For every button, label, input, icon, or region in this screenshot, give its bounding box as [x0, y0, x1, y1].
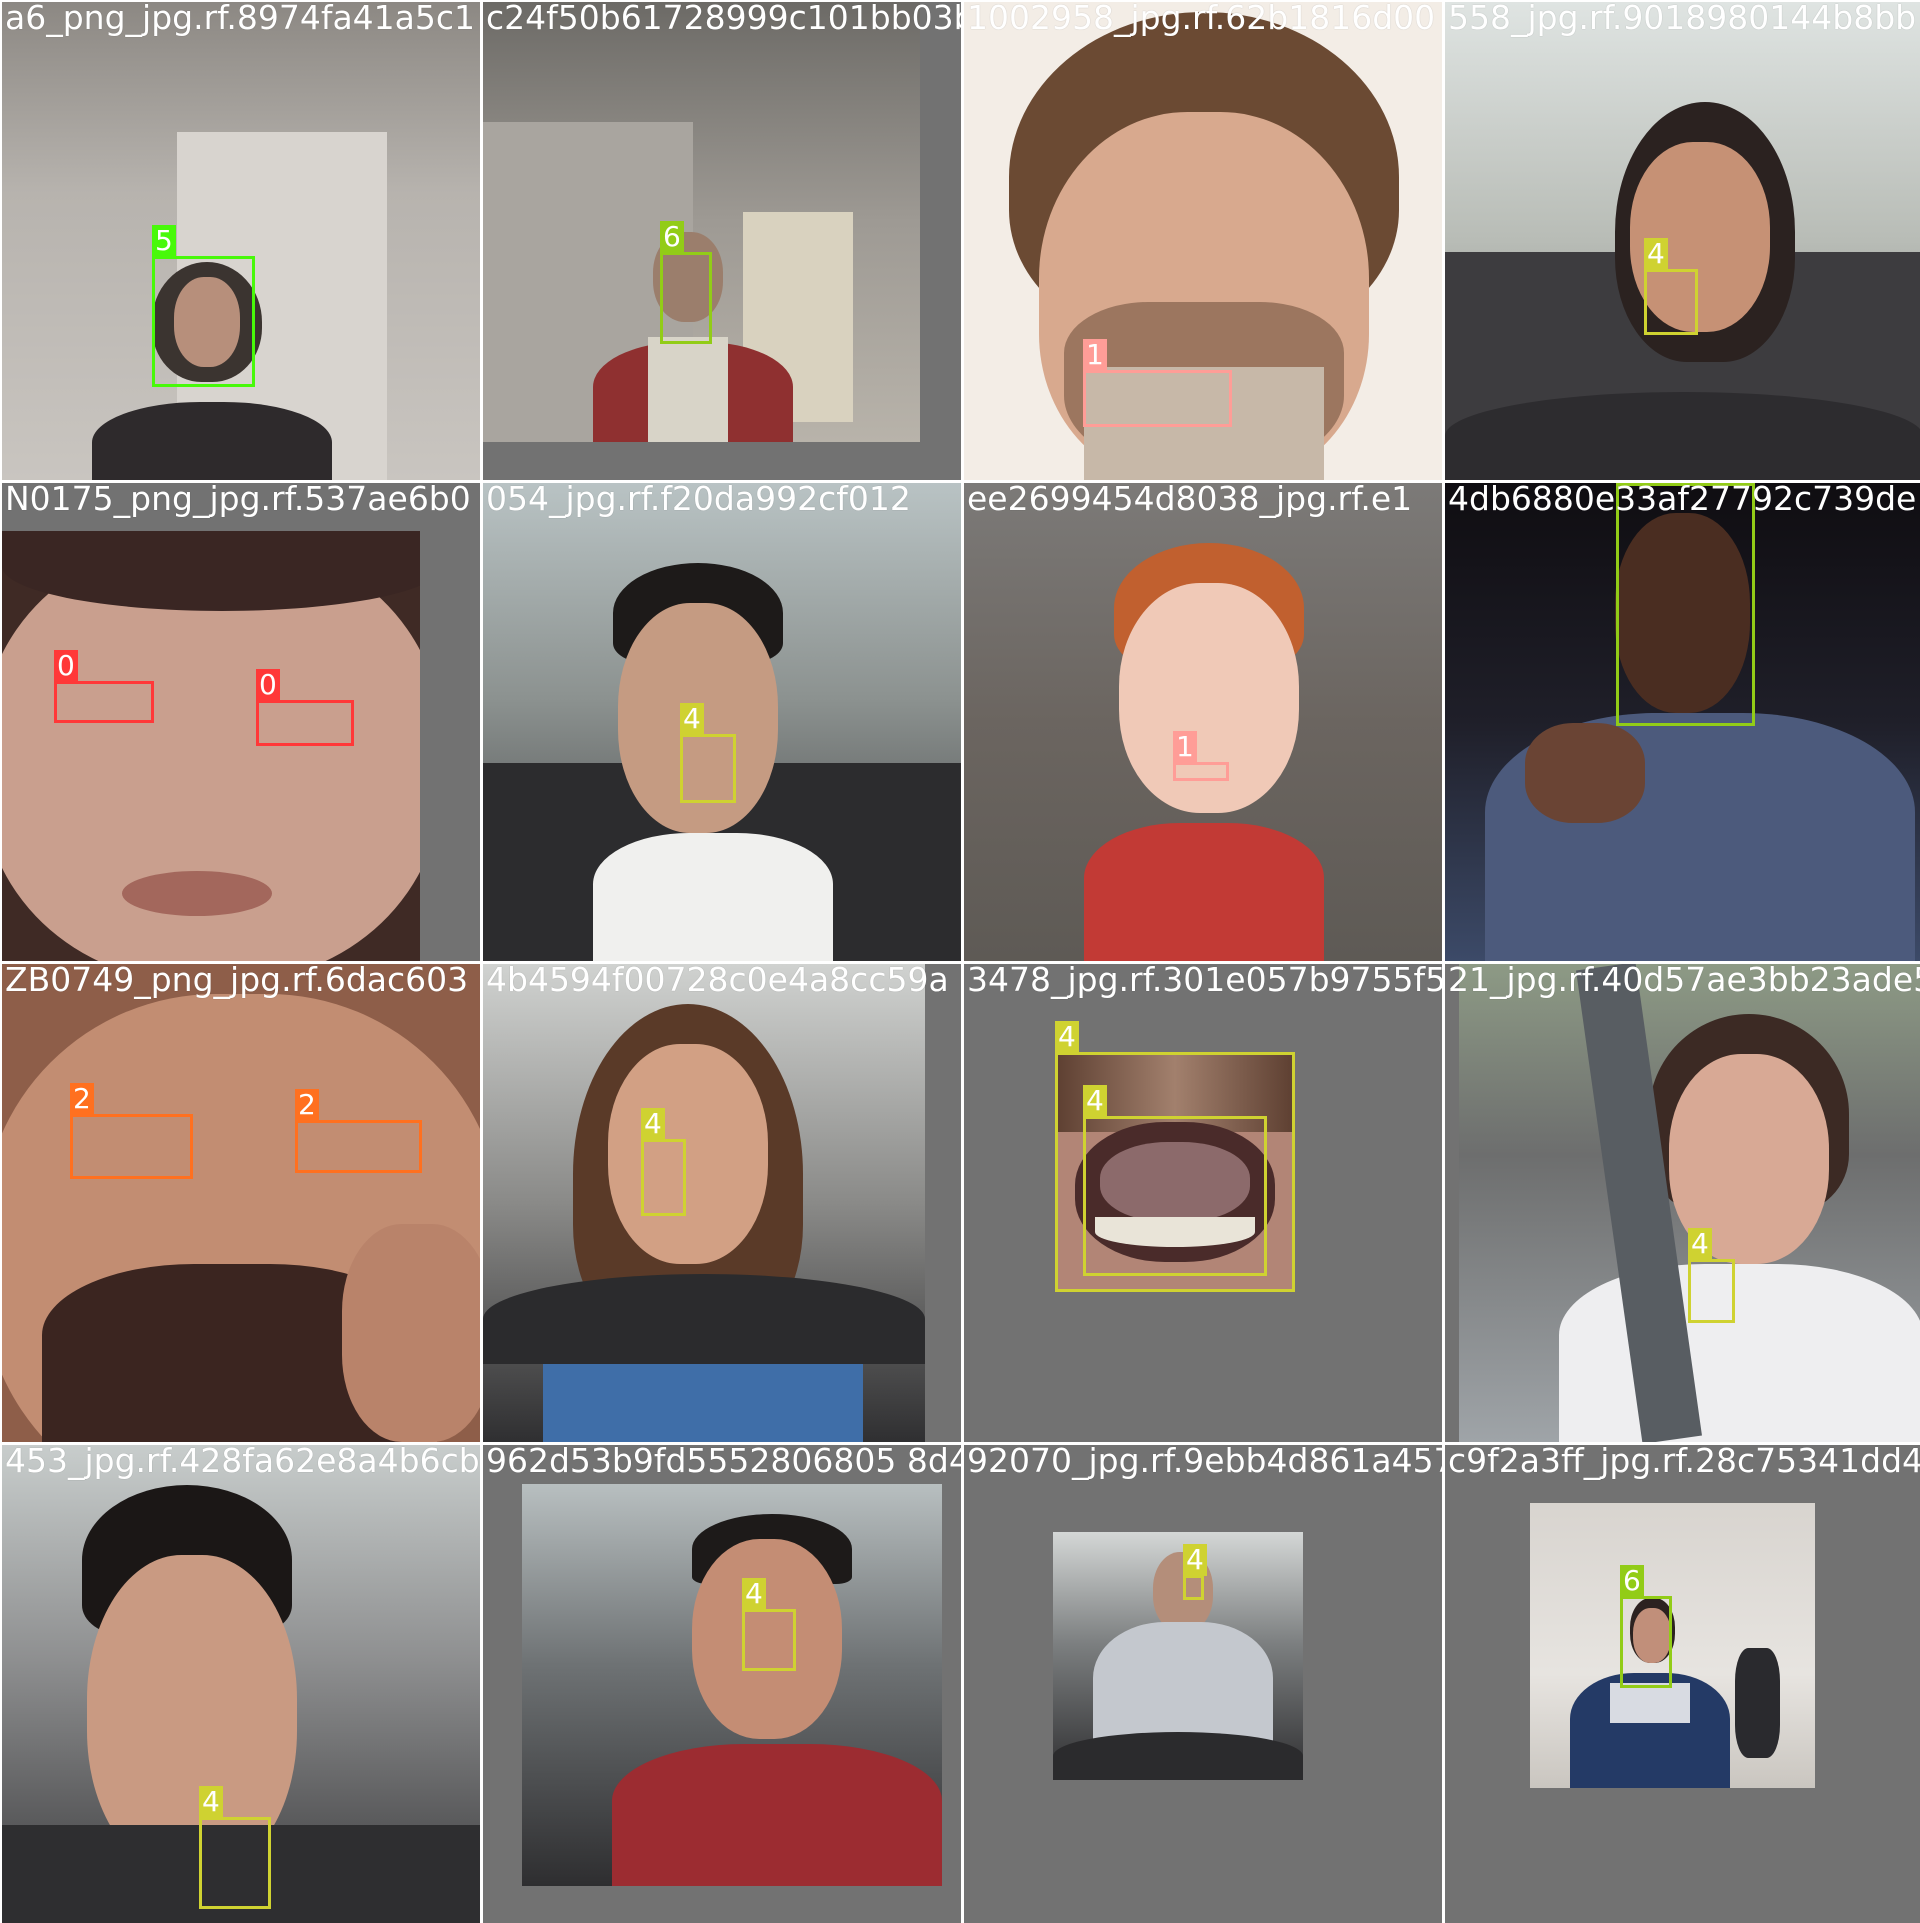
detection-box: 4 [1688, 1228, 1735, 1323]
tile-caption: 92070_jpg.rf.9ebb4d861a4571 [967, 1445, 1442, 1480]
tile-6: 4 054_jpg.rf.f20da992cf012 [483, 483, 961, 961]
detection-label: 4 [1055, 1021, 1079, 1053]
detection-box: 6 [1620, 1565, 1672, 1688]
detection-box: 2 [70, 1083, 193, 1179]
detection-label: 0 [256, 669, 280, 701]
tile-4: 4 558_jpg.rf.9018980144b8bb [1445, 2, 1920, 480]
detection-box: 1 [1173, 731, 1229, 781]
photo-man-office-small [1530, 1503, 1815, 1788]
detection-label: 4 [1083, 1085, 1107, 1117]
tile-caption: 3478_jpg.rf.301e057b9755f5 [967, 964, 1442, 999]
detection-label: 6 [660, 221, 684, 253]
tile-15: 4 92070_jpg.rf.9ebb4d861a4571 [964, 1445, 1442, 1923]
detection-box: 4 [199, 1786, 271, 1909]
tile-caption: ee2699454d8038_jpg.rf.e1 [967, 483, 1413, 518]
detection-box: 0 [54, 650, 154, 723]
tile-5: 0 0 N0175_png_jpg.rf.537ae6b0 [2, 483, 480, 961]
tile-9: 2 2 ZB0749_png_jpg.rf.6dac603 [2, 964, 480, 1442]
detection-box: 4 [742, 1578, 796, 1671]
detection-label: 4 [742, 1578, 766, 1610]
photo-office-woman [2, 2, 480, 480]
photo-woman-yawning-car [1459, 964, 1920, 1442]
photo-man-eyes-closed [2, 531, 420, 961]
tile-caption: c24f50b61728999c101bb03b [486, 2, 961, 37]
tile-14: 4 962d53b9fd5552806805 8d4 [483, 1445, 961, 1923]
tile-1: 5 a6_png_jpg.rf.8974fa41a5c1 [2, 2, 480, 480]
photo-man-yawning-car [483, 483, 961, 961]
tile-2: 6 c24f50b61728999c101bb03b [483, 2, 961, 480]
detection-label: 0 [54, 650, 78, 682]
detection-box: 6 [1616, 483, 1755, 726]
detection-box: 4 [1183, 1544, 1207, 1600]
detection-label: 2 [70, 1083, 94, 1115]
detection-label: 1 [1083, 339, 1107, 371]
photo-child-rocks [964, 483, 1442, 961]
tile-8: 6 4db6880e33af27792c739de [1445, 483, 1920, 961]
tile-caption: c9f2a3ff_jpg.rf.28c75341dd4 [1448, 1445, 1920, 1480]
tile-16: 6 c9f2a3ff_jpg.rf.28c75341dd4 [1445, 1445, 1920, 1923]
tile-caption: 4db6880e33af27792c739de [1448, 483, 1917, 518]
tile-caption: 4b4594f00728c0e4a8cc59a [486, 964, 949, 999]
tile-11: 4 4 3478_jpg.rf.301e057b9755f5 [964, 964, 1442, 1442]
detection-box: 6 [660, 221, 712, 344]
tile-caption: N0175_png_jpg.rf.537ae6b0 [5, 483, 471, 518]
detection-label: 6 [1620, 1565, 1644, 1597]
detection-box: 0 [256, 669, 354, 746]
tile-caption: 453_jpg.rf.428fa62e8a4b6cb2 [5, 1445, 480, 1480]
tile-caption: 21_jpg.rf.40d57ae3bb23ade5 [1448, 964, 1920, 999]
tile-caption: 054_jpg.rf.f20da992cf012 [486, 483, 911, 518]
tile-7: 1 ee2699454d8038_jpg.rf.e1 [964, 483, 1442, 961]
tile-3: 1 1002958_jpg.rf.62b1816d00 [964, 2, 1442, 480]
detection-label: 4 [641, 1108, 665, 1140]
tile-13: 4 453_jpg.rf.428fa62e8a4b6cb2 [2, 1445, 480, 1923]
detection-box: 5 [152, 225, 255, 387]
detection-box: 4 [1644, 238, 1698, 335]
detection-label: 4 [1644, 238, 1668, 270]
tile-caption: a6_png_jpg.rf.8974fa41a5c1 [5, 2, 476, 37]
detection-label: 1 [1173, 731, 1197, 763]
tile-caption: 962d53b9fd5552806805 8d4 [486, 1445, 961, 1480]
detection-label: 4 [1688, 1228, 1712, 1260]
photo-woman-sunglasses-car [483, 964, 925, 1442]
detection-box: 4 [1083, 1085, 1267, 1276]
photo-man-beard [2, 964, 480, 1442]
detection-label: 5 [152, 225, 176, 257]
detection-label: 4 [199, 1786, 223, 1818]
detection-label: 4 [1183, 1544, 1207, 1576]
tile-12: 4 21_jpg.rf.40d57ae3bb23ade5 [1445, 964, 1920, 1442]
photo-man-car-small [1053, 1532, 1303, 1780]
tile-10: 4 4b4594f00728c0e4a8cc59a [483, 964, 961, 1442]
detection-label: 4 [680, 703, 704, 735]
detection-box: 4 [680, 703, 736, 803]
tile-caption: 1002958_jpg.rf.62b1816d00 [967, 2, 1436, 37]
photo-office-woman-2 [483, 2, 920, 442]
photo-man-red-shirt-car [522, 1484, 942, 1886]
tile-caption: ZB0749_png_jpg.rf.6dac603 [5, 964, 469, 999]
detection-box: 1 [1083, 339, 1232, 427]
detection-label: 2 [295, 1089, 319, 1121]
image-mosaic: 5 a6_png_jpg.rf.8974fa41a5c1 6 c24f50b61… [0, 0, 1920, 1923]
detection-box: 4 [641, 1108, 686, 1216]
detection-box: 2 [295, 1089, 422, 1173]
photo-woman-driving [1445, 2, 1920, 480]
tile-caption: 558_jpg.rf.9018980144b8bb [1448, 2, 1917, 37]
